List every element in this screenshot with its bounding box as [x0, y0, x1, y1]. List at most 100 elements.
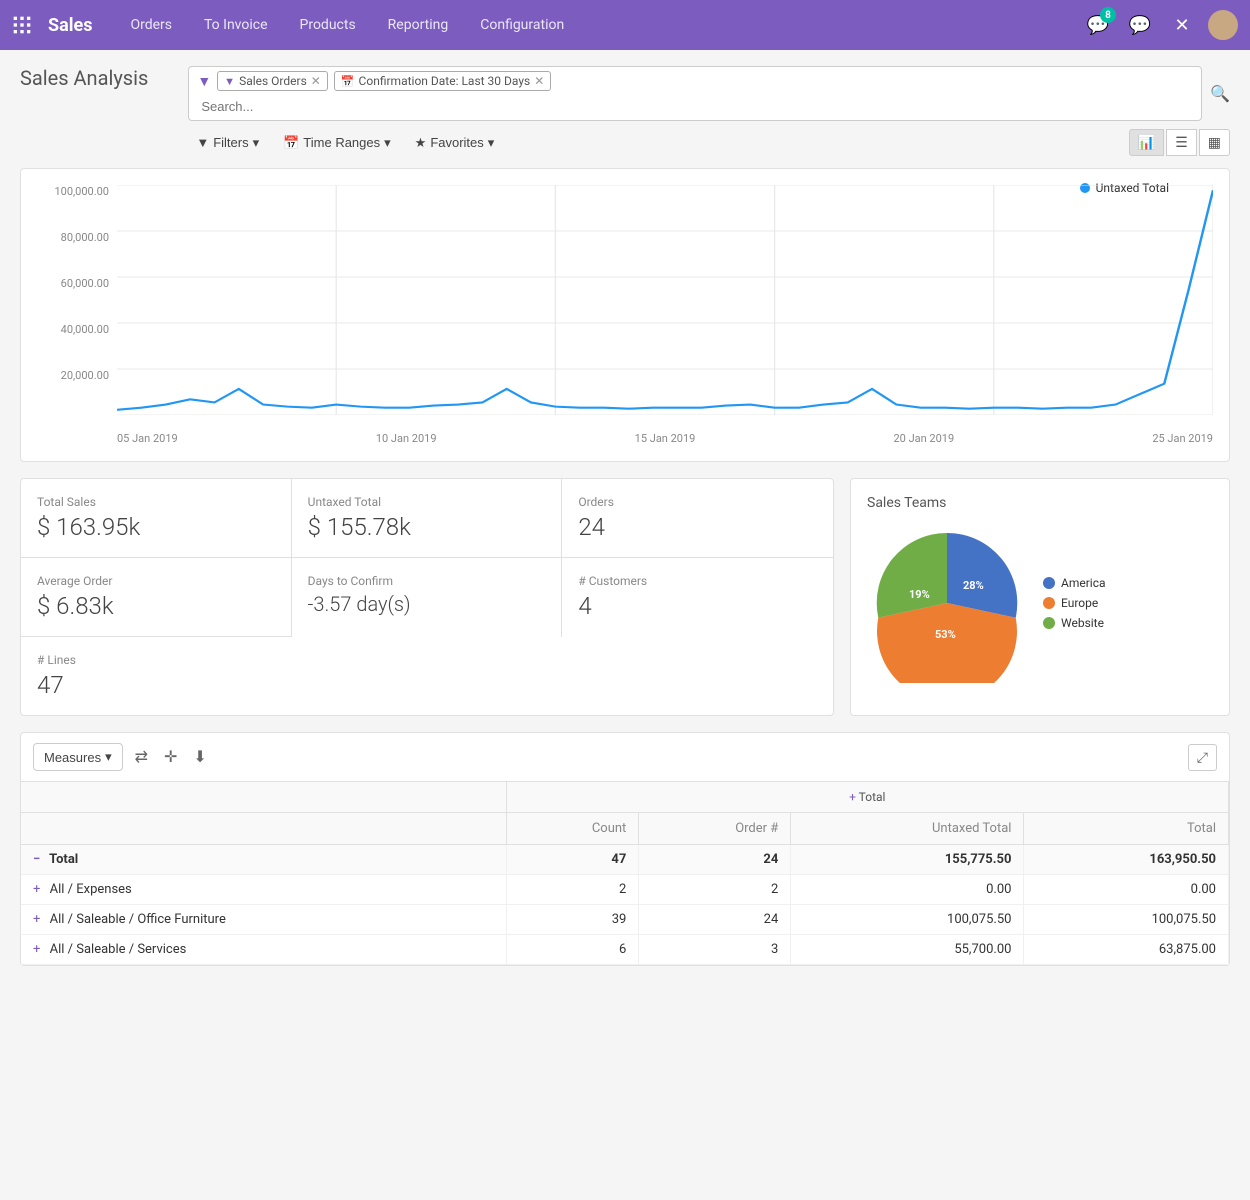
filter-bar: ▼ Filters ▾ 📅 Time Ranges ▾ ★ Favorites … — [188, 129, 1230, 156]
calendar-icon: 📅 — [341, 75, 355, 88]
kpi-lines: # Lines 47 — [21, 637, 292, 715]
col-count: Count — [506, 813, 639, 845]
pivot-view-button[interactable]: ▦ — [1199, 129, 1230, 156]
pivot-section: Measures ▾ ⇄ ✛ ⬇ ⤢ + Total Count — [20, 732, 1230, 966]
nav-to-invoice[interactable]: To Invoice — [190, 11, 282, 39]
row-count: 2 — [506, 875, 639, 905]
row-order: 3 — [639, 935, 791, 965]
kpi-value: 24 — [578, 513, 817, 541]
y-label-2: 80,000.00 — [37, 231, 109, 244]
filter-tag-date[interactable]: 📅 Confirmation Date: Last 30 Days ✕ — [334, 71, 551, 91]
chart-y-axis: 100,000.00 80,000.00 60,000.00 40,000.00… — [37, 185, 117, 415]
app-grid-icon[interactable] — [12, 15, 32, 35]
table-row-expenses: + All / Expenses 2 2 0.00 0.00 — [21, 875, 1229, 905]
america-color — [1043, 577, 1055, 589]
page-header: Sales Analysis ▼ ▼ Sales Orders ✕ 📅 Conf… — [20, 66, 1230, 156]
tag-close-icon[interactable]: ✕ — [311, 74, 321, 88]
nav-orders[interactable]: Orders — [116, 11, 186, 39]
row-count: 47 — [506, 845, 639, 875]
search-area: ▼ ▼ Sales Orders ✕ 📅 Confirmation Date: … — [188, 66, 1230, 156]
notification-badge: 8 — [1100, 7, 1116, 23]
list-view-button[interactable]: ☰ — [1166, 129, 1197, 156]
kpi-customers: # Customers 4 — [562, 558, 833, 637]
kpi-label: Average Order — [37, 574, 275, 588]
filters-button[interactable]: ▼ Filters ▾ — [188, 131, 267, 155]
x-label-4: 20 Jan 2019 — [893, 432, 954, 445]
nav-products[interactable]: Products — [286, 11, 370, 39]
kpi-cards: Total Sales $ 163.95k Untaxed Total $ 15… — [20, 478, 834, 716]
y-label-1: 100,000.00 — [37, 185, 109, 198]
col-untaxed: Untaxed Total — [791, 813, 1024, 845]
measures-chevron: ▾ — [105, 749, 112, 765]
kpi-label: # Lines — [37, 653, 276, 667]
y-label-5: 20,000.00 — [37, 369, 109, 382]
table-row-services: + All / Saleable / Services 6 3 55,700.0… — [21, 935, 1229, 965]
row-order: 24 — [639, 905, 791, 935]
download-button[interactable]: ⬇ — [189, 743, 210, 771]
settings-button[interactable]: ✕ — [1166, 9, 1198, 41]
graph-view-button[interactable]: 📊 — [1129, 129, 1164, 156]
nav-links: Orders To Invoice Products Reporting Con… — [116, 11, 1082, 39]
legend-europe: Europe — [1043, 596, 1106, 610]
minus-icon[interactable]: − — [33, 852, 40, 867]
website-color — [1043, 617, 1055, 629]
filters-label: Filters — [213, 135, 248, 150]
search-icon[interactable]: 🔍 — [1210, 84, 1230, 103]
plus-icon[interactable]: + — [33, 912, 40, 927]
row-total: 63,875.00 — [1024, 935, 1229, 965]
filter-tags-container: ▼ ▼ Sales Orders ✕ 📅 Confirmation Date: … — [188, 66, 1202, 121]
pie-title: Sales Teams — [867, 495, 1213, 511]
main-content: Sales Analysis ▼ ▼ Sales Orders ✕ 📅 Conf… — [0, 50, 1250, 982]
pivot-toolbar: Measures ▾ ⇄ ✛ ⬇ ⤢ — [21, 733, 1229, 782]
chart-container: Untaxed Total 100,000.00 80,000.00 60,00… — [20, 168, 1230, 462]
kpi-untaxed-total: Untaxed Total $ 155.78k — [292, 479, 563, 558]
row-empty-header — [21, 813, 506, 845]
search-input[interactable] — [197, 97, 1193, 116]
row-order: 2 — [639, 875, 791, 905]
star-icon: ★ — [415, 135, 427, 151]
chat-button[interactable]: 💬 — [1124, 9, 1156, 41]
row-label: + All / Saleable / Office Furniture — [21, 905, 506, 935]
row-count: 6 — [506, 935, 639, 965]
tag-close-icon[interactable]: ✕ — [534, 74, 544, 88]
favorites-chevron: ▾ — [488, 135, 495, 151]
kpi-orders: Orders 24 — [562, 479, 833, 558]
plus-icon[interactable]: + — [33, 882, 40, 897]
col-plus-icon[interactable]: + — [849, 790, 856, 804]
america-label: America — [1061, 576, 1106, 590]
time-ranges-chevron: ▾ — [384, 135, 391, 151]
chart-area: 100,000.00 80,000.00 60,000.00 40,000.00… — [37, 185, 1213, 445]
user-avatar[interactable] — [1208, 10, 1238, 40]
favorites-label: Favorites — [430, 135, 483, 150]
legend-america: America — [1043, 576, 1106, 590]
table-row-total: − Total 47 24 155,775.50 163,950.50 — [21, 845, 1229, 875]
plus-icon[interactable]: + — [33, 942, 40, 957]
notifications-button[interactable]: 💬 8 — [1082, 9, 1114, 41]
filter-tag-sales-orders[interactable]: ▼ Sales Orders ✕ — [217, 71, 328, 91]
nav-configuration[interactable]: Configuration — [466, 11, 578, 39]
row-total: 100,075.50 — [1024, 905, 1229, 935]
page-title: Sales Analysis — [20, 66, 148, 90]
pie-chart-card: Sales Teams 28% 53% 19% — [850, 478, 1230, 716]
row-untaxed: 100,075.50 — [791, 905, 1024, 935]
kpi-label: Days to Confirm — [308, 574, 546, 588]
chart-x-axis: 05 Jan 2019 10 Jan 2019 15 Jan 2019 20 J… — [117, 432, 1213, 445]
x-label-1: 05 Jan 2019 — [117, 432, 178, 445]
view-buttons: 📊 ☰ ▦ — [1129, 129, 1230, 156]
expand-button[interactable]: ✛ — [160, 743, 181, 771]
flip-axis-button[interactable]: ⇄ — [131, 743, 152, 771]
fullscreen-button[interactable]: ⤢ — [1188, 744, 1217, 771]
pivot-table: + Total Count Order # Untaxed Total Tota… — [21, 782, 1229, 965]
y-label-4: 40,000.00 — [37, 323, 109, 336]
x-label-3: 15 Jan 2019 — [635, 432, 696, 445]
favorites-button[interactable]: ★ Favorites ▾ — [407, 131, 503, 155]
time-ranges-button[interactable]: 📅 Time Ranges ▾ — [275, 131, 399, 155]
measures-button[interactable]: Measures ▾ — [33, 743, 123, 771]
nav-reporting[interactable]: Reporting — [374, 11, 463, 39]
website-label: Website — [1061, 616, 1104, 630]
x-label-5: 25 Jan 2019 — [1152, 432, 1213, 445]
top-navigation: Sales Orders To Invoice Products Reporti… — [0, 0, 1250, 50]
row-untaxed: 0.00 — [791, 875, 1024, 905]
brand-name: Sales — [48, 15, 92, 36]
tag-label: Confirmation Date: Last 30 Days — [359, 74, 531, 88]
